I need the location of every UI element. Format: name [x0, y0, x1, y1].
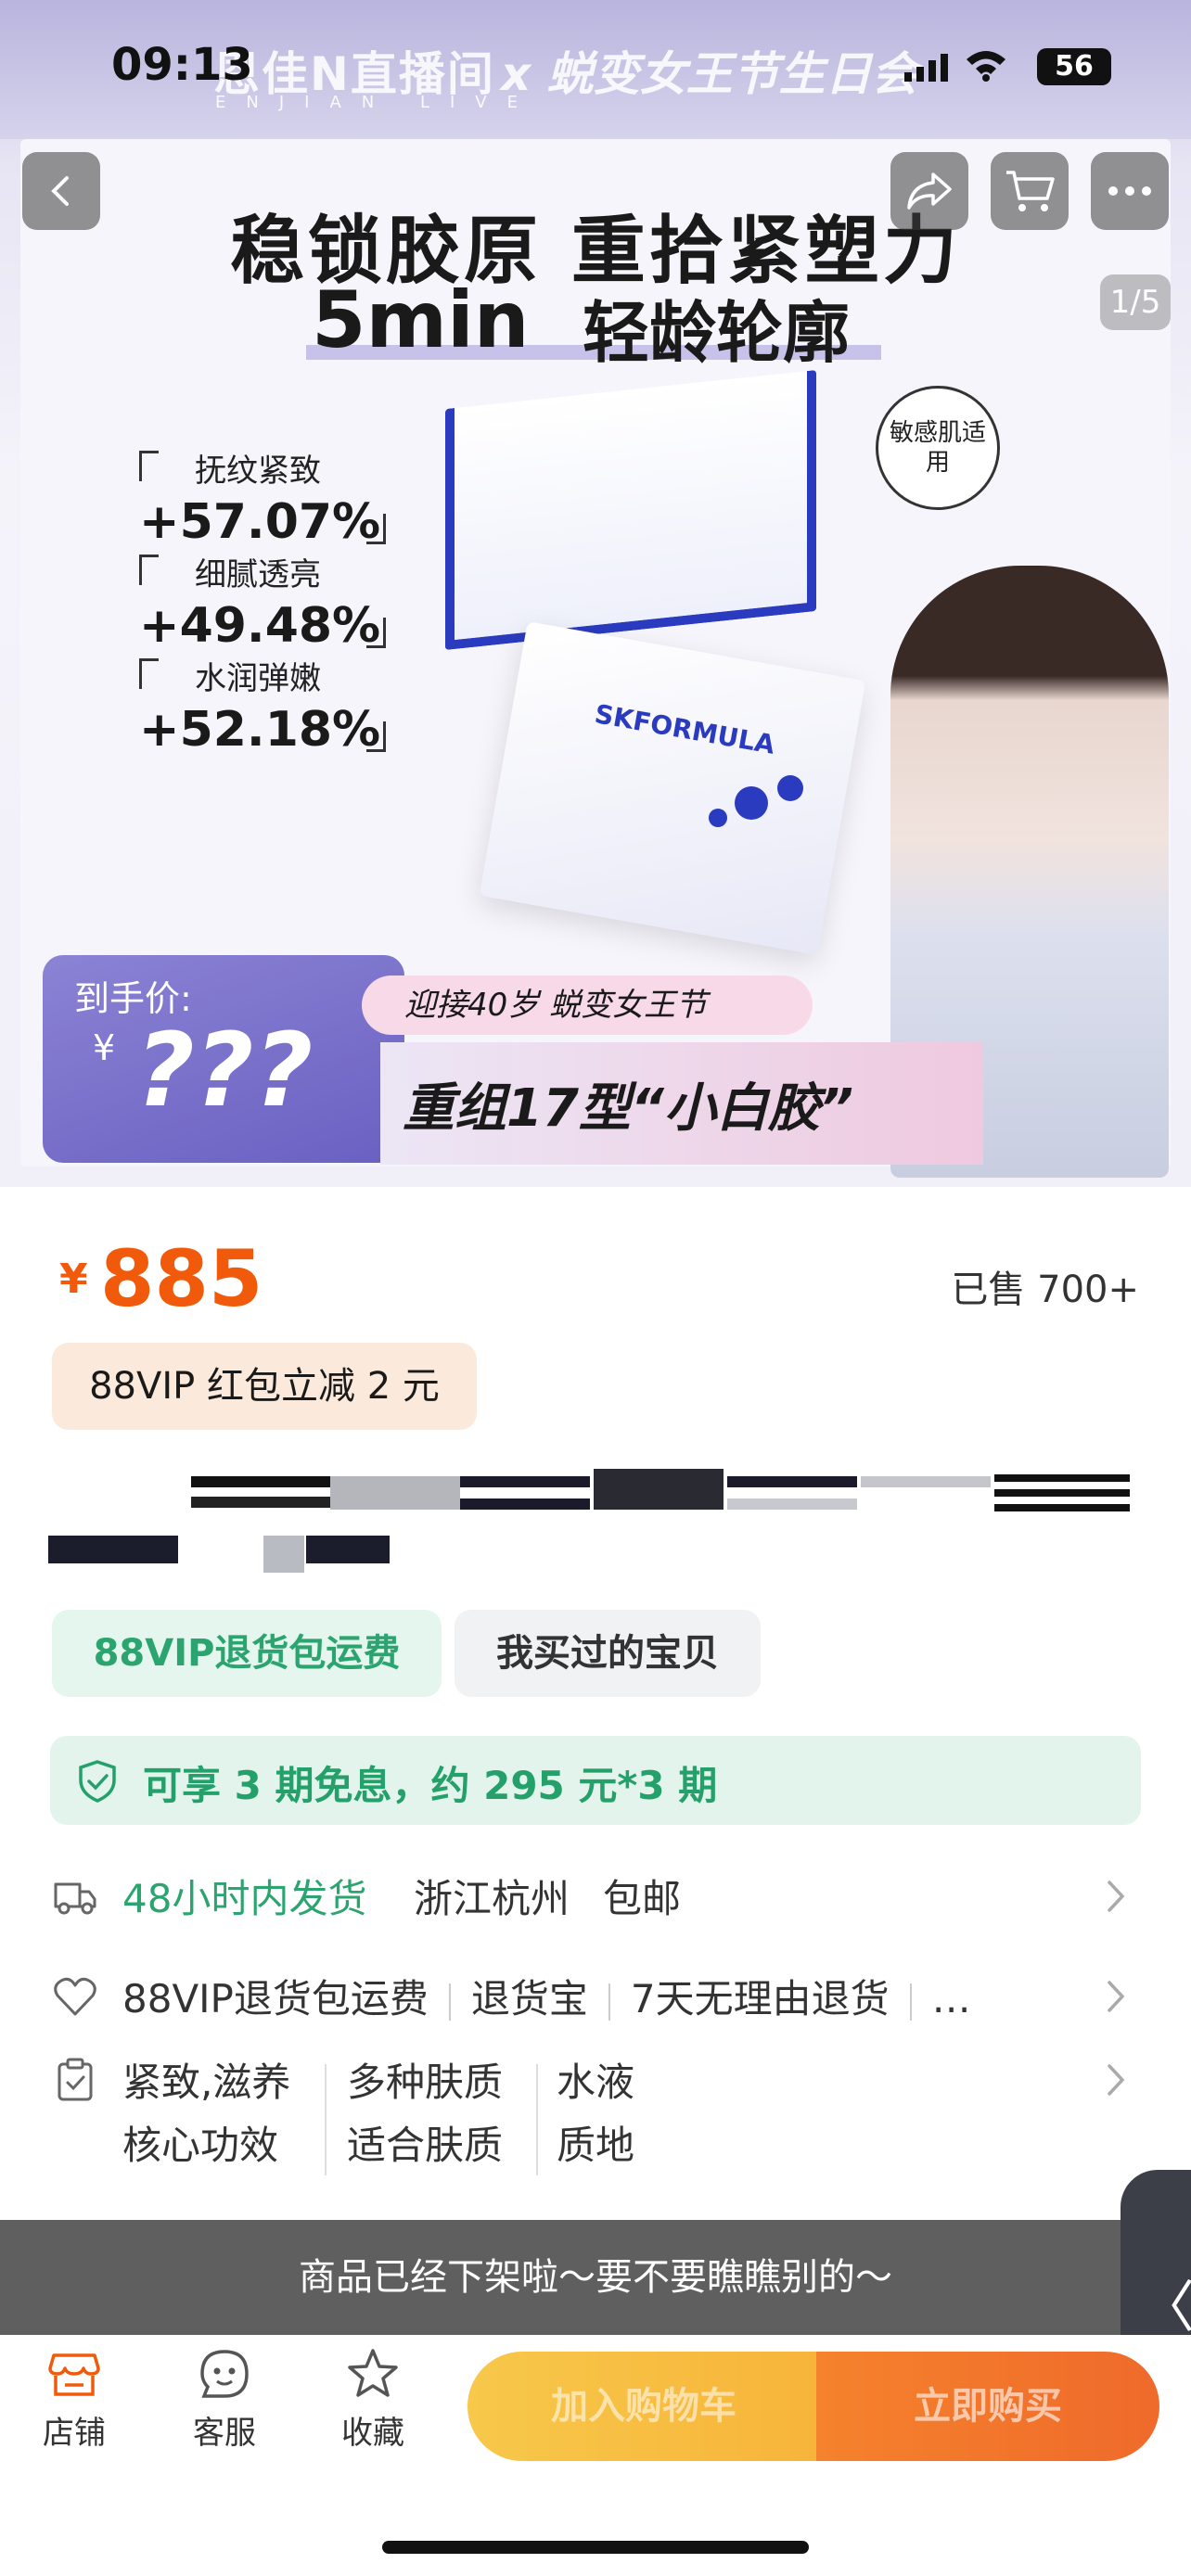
more-dots-icon [1108, 186, 1151, 196]
attribute-efficacy: 紧致,滋养 核心功效 [122, 2051, 290, 2177]
installment-text: 可享 3 期免息，约 295 元*3 期 [143, 1763, 718, 1808]
chat-face-icon [200, 2350, 249, 2398]
shield-check-icon [79, 1760, 116, 1803]
bought-before-tag[interactable]: 我买过的宝贝 [455, 1610, 761, 1697]
sensitive-skin-badge: 敏感肌适用 [876, 386, 1000, 510]
buy-now-button[interactable]: 立即购买 [816, 2352, 1159, 2461]
price-currency: ¥ [59, 1256, 88, 1303]
guarantee-more: … [931, 1976, 971, 2021]
efficacy-stat: 水润弹嫩 +52.18% [139, 653, 417, 758]
back-button[interactable] [22, 152, 100, 230]
shipping-origin: 浙江杭州 [414, 1876, 570, 1921]
attribute-value: 水液 [557, 2060, 635, 2105]
guarantee-item: 退货宝 [470, 1976, 588, 2021]
attribute-key: 质地 [557, 2123, 635, 2168]
hero-sub-text: 轻龄轮廓 [583, 294, 851, 372]
customer-service-button[interactable]: 客服 [169, 2346, 280, 2453]
more-button[interactable] [1091, 152, 1169, 230]
add-to-cart-button[interactable]: 加入购物车 [467, 2352, 820, 2461]
image-counter: 1/5 [1100, 274, 1171, 330]
hero-price-value: ??? [135, 1011, 314, 1129]
attribute-value: 多种肤质 [347, 2060, 504, 2105]
live-brand-subtext: ENJIAN LIVE [215, 93, 538, 112]
truck-icon [54, 1882, 96, 1915]
product-box-image [445, 369, 816, 651]
vip-coupon-badge[interactable]: 88VIP 红包立减 2 元 [52, 1343, 477, 1430]
store-button[interactable]: 店铺 [19, 2346, 130, 2453]
stat-label: 细腻透亮 [195, 556, 321, 593]
live-event-text: x 蜕变女王节生日会 [501, 47, 918, 101]
product-package-image [479, 621, 866, 955]
cart-button[interactable] [991, 152, 1069, 230]
attribute-key: 适合肤质 [347, 2123, 504, 2168]
attribute-value: 紧致,滋养 [122, 2060, 291, 2105]
delisted-notice[interactable]: 商品已经下架啦～要不要瞧瞧别的～ [0, 2220, 1191, 2335]
share-button[interactable] [890, 152, 968, 230]
cart-icon [1006, 171, 1055, 211]
signal-icon [904, 54, 948, 82]
shipping-time: 48小时内发货 [122, 1876, 367, 1921]
wifi-icon [967, 51, 1005, 82]
guarantee-item: 7天无理由退货 [630, 1976, 890, 2021]
slogan-main: 重组17型“小白胶” [403, 1078, 854, 1139]
heart-shield-icon [54, 1977, 96, 2016]
chevron-right-icon [1108, 1981, 1125, 2012]
clipboard-icon [58, 2058, 93, 2101]
sold-count: 已售 700+ [951, 1269, 1139, 1311]
hero-price-yen: ¥ [93, 1027, 116, 1068]
attribute-texture: 水液 质地 [557, 2051, 634, 2177]
hero-sub-number: 5min [312, 274, 530, 365]
attribute-key: 核心功效 [122, 2123, 279, 2168]
chevron-right-icon [1108, 1881, 1125, 1912]
attribute-skin-type: 多种肤质 适合肤质 [347, 2051, 503, 2177]
molecule-graphic [709, 775, 803, 827]
battery-icon: 56 [1037, 48, 1111, 85]
guarantee-item: 88VIP退货包运费 [122, 1976, 429, 2021]
chevron-left-icon [51, 176, 69, 206]
divider [325, 2064, 327, 2175]
store-icon [48, 2353, 100, 2396]
product-image-carousel[interactable]: 恩佳N直播间 ENJIAN LIVE x 蜕变女王节生日会 09:13 56 稳… [0, 0, 1191, 1187]
product-price: 885 [100, 1233, 263, 1324]
home-indicator [382, 2541, 809, 2554]
vip-return-tag[interactable]: 88VIP退货包运费 [52, 1610, 442, 1697]
favorite-button[interactable]: 收藏 [317, 2346, 429, 2453]
divider [536, 2064, 538, 2175]
guarantee-list: 88VIP退货包运费 退货宝 7天无理由退货 … [122, 1968, 971, 2024]
service-label: 客服 [193, 2415, 256, 2452]
shipping-fee: 包邮 [603, 1876, 682, 1921]
efficacy-stat: 细腻透亮 +49.48% [139, 549, 417, 654]
stat-label: 水润弹嫩 [195, 660, 321, 697]
efficacy-stat: 抚纹紧致 +57.07% [139, 445, 417, 550]
share-icon [907, 172, 952, 210]
star-icon [348, 2349, 398, 2397]
chevron-right-icon [1108, 2064, 1125, 2096]
slogan-pill: 迎接40岁 蜕变女王节 [362, 976, 813, 1035]
favorite-label: 收藏 [341, 2415, 404, 2452]
store-label: 店铺 [43, 2415, 106, 2452]
stat-label: 抚纹紧致 [195, 453, 321, 490]
status-time: 09:13 [111, 39, 253, 91]
